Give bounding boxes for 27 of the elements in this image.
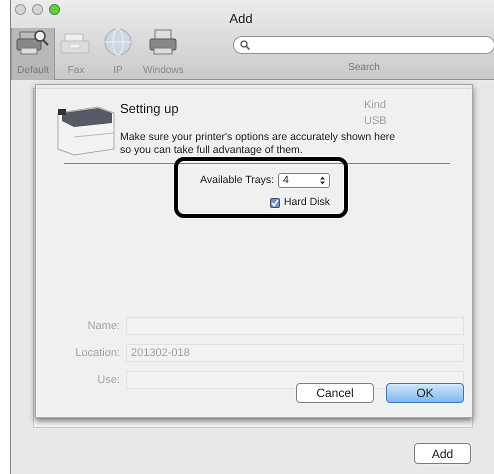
toolbar-tab[interactable]: IP <box>97 28 139 80</box>
close-button[interactable] <box>15 4 26 15</box>
column-header: Kind <box>364 98 386 113</box>
option-label: Available Trays: <box>200 173 274 188</box>
search-field[interactable] <box>233 36 494 54</box>
sheet-description: Make sure your printer's options are accurately shown here so you can take full advantage of them. <box>120 131 396 157</box>
toolbar-tab[interactable]: Fax <box>55 28 97 80</box>
search-label: Search <box>348 61 380 75</box>
printer-search-icon <box>16 28 50 56</box>
dialog-button[interactable]: Cancel <box>296 383 374 403</box>
toolbar-tab[interactable]: Windows <box>139 28 188 80</box>
sheet-title: Setting up <box>120 100 179 118</box>
search-icon <box>240 40 250 50</box>
trays-popup[interactable]: 4 <box>278 173 330 188</box>
list-cell-text: USB <box>364 114 387 129</box>
window-title: Add <box>228 10 254 28</box>
field-label: Location: <box>74 346 120 361</box>
field-label: Use: <box>96 372 120 388</box>
stepper-icon <box>320 176 325 186</box>
minimize-button[interactable] <box>32 4 43 15</box>
zoom-button[interactable] <box>49 4 60 15</box>
checkbox-label: Hard Disk <box>284 194 330 210</box>
toolbar-tab[interactable]: Default <box>11 28 55 80</box>
field-label: Name: <box>86 318 120 334</box>
input-field[interactable]: 201302-018 <box>126 344 464 362</box>
dialog-button[interactable]: OK <box>386 383 464 403</box>
add-button[interactable]: Add <box>414 443 471 464</box>
